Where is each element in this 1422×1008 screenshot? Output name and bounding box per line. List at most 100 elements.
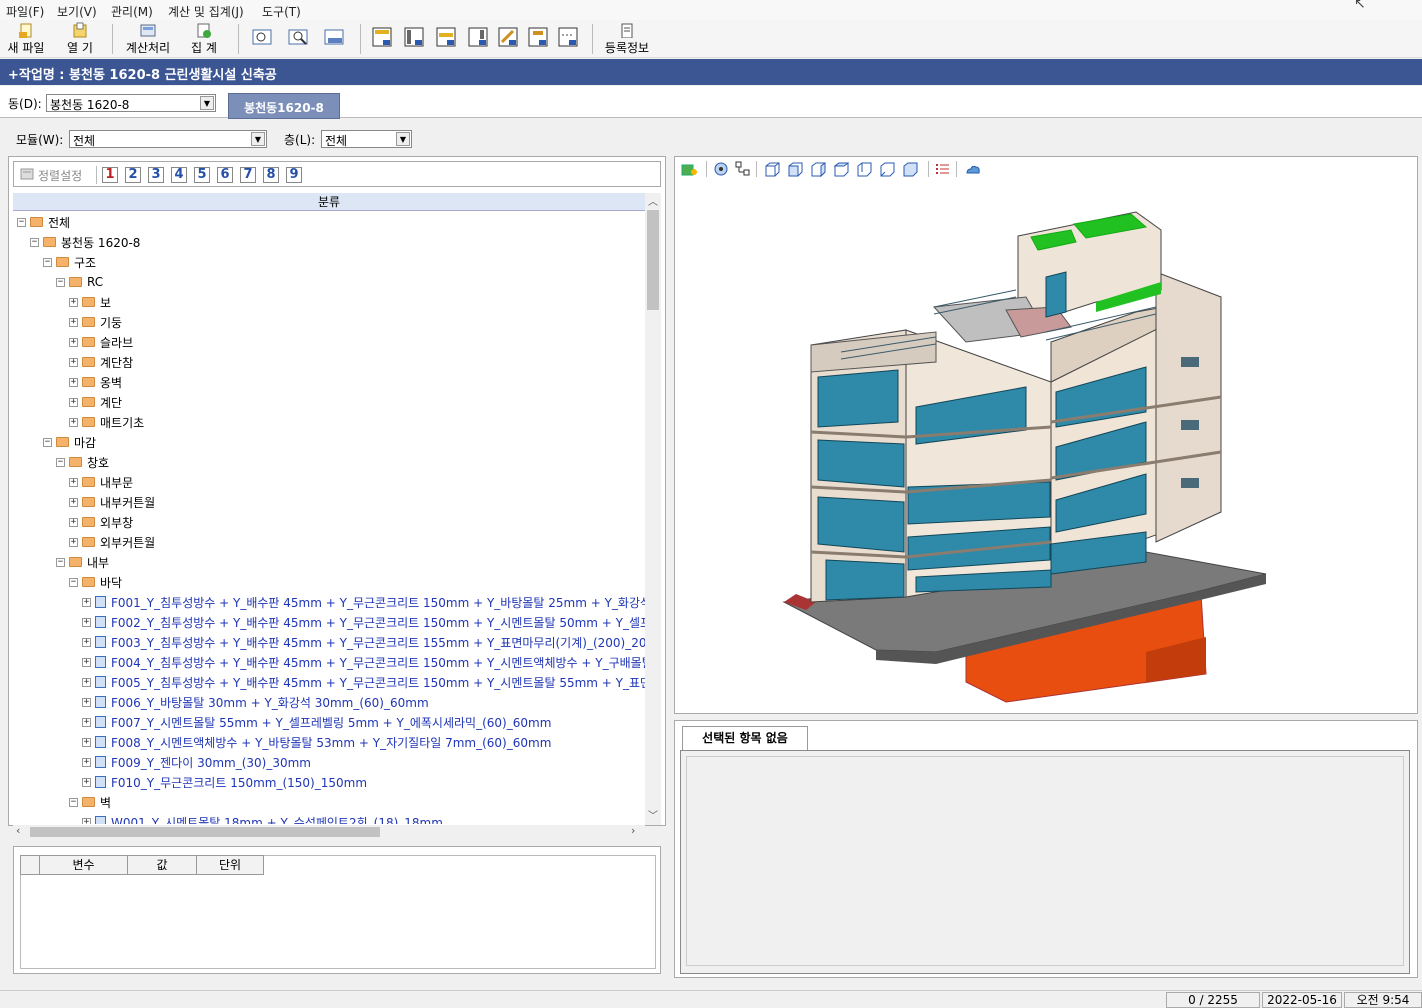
tree-folder[interactable]: + 내부커튼월 — [69, 492, 155, 512]
collapse-icon[interactable]: − — [56, 557, 65, 567]
tree-folder[interactable]: + 내부문 — [69, 472, 133, 492]
tree-item[interactable]: + F002_Y_침투성방수 + Y_배수판 45mm + Y_무근콘크리트 15… — [82, 612, 645, 632]
column-window-icon[interactable] — [402, 25, 428, 51]
scroll-up-icon[interactable]: ︿ — [648, 193, 658, 208]
expand-icon[interactable]: + — [82, 817, 91, 824]
tree-folder[interactable]: − 내부 — [56, 552, 109, 572]
tree-folder[interactable]: + 슬라브 — [69, 332, 133, 352]
expand-icon[interactable]: + — [69, 477, 78, 487]
expand-icon[interactable]: + — [69, 537, 78, 547]
scroll-right-icon[interactable]: › — [631, 824, 635, 837]
menu-manage[interactable]: 관리(M) — [111, 3, 153, 20]
view-cube-iso-icon[interactable] — [764, 161, 781, 178]
sort-settings-button[interactable]: 정렬설정 — [38, 167, 82, 184]
expand-icon[interactable]: + — [69, 317, 78, 327]
collapse-icon[interactable]: − — [69, 797, 78, 807]
expand-icon[interactable]: + — [69, 397, 78, 407]
expand-icon[interactable]: + — [69, 417, 78, 427]
tree-folder[interactable]: + 기둥 — [69, 312, 122, 332]
menu-calc[interactable]: 계산 및 집계(J) — [168, 3, 244, 20]
expand-icon[interactable]: + — [82, 737, 91, 747]
view-cube-left-icon[interactable] — [810, 161, 827, 178]
expand-icon[interactable]: + — [82, 617, 91, 627]
expand-icon[interactable]: + — [69, 517, 78, 527]
scroll-down-icon[interactable]: ﹀ — [648, 807, 658, 822]
model-select[interactable]: 전체 ▼ — [69, 130, 267, 148]
tree-item[interactable]: + F006_Y_바탕몰탈 30mm + Y_화강석 30mm_(60)_60mm — [82, 692, 429, 712]
menu-view[interactable]: 보기(V) — [57, 3, 97, 20]
tree-folder[interactable]: + 계단 — [69, 392, 122, 412]
tree-folder[interactable]: − 구조 — [43, 252, 96, 272]
tree-folder[interactable]: + 외부커튼월 — [69, 532, 155, 552]
tree-item[interactable]: + F003_Y_침투성방수 + Y_배수판 45mm + Y_무근콘크리트 15… — [82, 632, 645, 652]
cloud-icon[interactable] — [964, 161, 982, 178]
expand-icon[interactable]: + — [82, 757, 91, 767]
expand-icon[interactable]: + — [82, 697, 91, 707]
view-home-icon[interactable] — [680, 160, 698, 178]
tree-item[interactable]: + F001_Y_침투성방수 + Y_배수판 45mm + Y_무근콘크리트 15… — [82, 592, 645, 612]
selection-tab[interactable]: 선택된 항목 없음 — [682, 726, 808, 750]
expand-icon[interactable]: + — [69, 497, 78, 507]
tree-folder[interactable]: − 벽 — [69, 792, 111, 812]
split-window-icon[interactable] — [466, 25, 492, 51]
expand-icon[interactable]: + — [82, 597, 91, 607]
menu-tools[interactable]: 도구(T) — [262, 3, 301, 20]
collapse-icon[interactable]: − — [56, 277, 65, 287]
tree-folder[interactable]: − 봉천동 1620-8 — [30, 232, 140, 252]
sort-level-5[interactable]: 5 — [194, 167, 210, 183]
tree-item[interactable]: + F008_Y_시멘트액체방수 + Y_바탕몰탈 53mm + Y_자기질타일 … — [82, 732, 551, 752]
tree-folder[interactable]: − 바닥 — [69, 572, 122, 592]
calc-button[interactable]: 계산처리 — [122, 22, 174, 56]
collapse-icon[interactable]: − — [43, 437, 52, 447]
sort-level-1[interactable]: 1 — [102, 167, 118, 183]
sort-level-3[interactable]: 3 — [148, 167, 164, 183]
variables-col-name[interactable]: 변수 — [39, 855, 128, 875]
expand-icon[interactable]: + — [82, 677, 91, 687]
view-cube-right-icon[interactable] — [833, 161, 850, 178]
view-cube-bottom-icon[interactable] — [902, 161, 919, 178]
tree-item[interactable]: + F009_Y_젠다이 30mm_(30)_30mm — [82, 752, 311, 772]
view-cube-front-icon[interactable] — [787, 161, 804, 178]
tree-folder[interactable]: − RC — [56, 272, 103, 292]
orbit-icon[interactable] — [712, 160, 730, 178]
zoom-icon[interactable] — [286, 25, 312, 51]
menu-file[interactable]: 파일(F) — [6, 3, 44, 20]
collapse-icon[interactable]: − — [69, 577, 78, 587]
tree-folder[interactable]: − 창호 — [56, 452, 109, 472]
tree-header[interactable]: 분류 — [13, 193, 645, 211]
tree-folder[interactable]: + 보 — [69, 292, 111, 312]
tree-folder[interactable]: + 옹벽 — [69, 372, 122, 392]
expand-icon[interactable]: + — [82, 637, 91, 647]
expand-icon[interactable]: + — [69, 337, 78, 347]
tree-item[interactable]: + F004_Y_침투성방수 + Y_배수판 45mm + Y_무근콘크리트 15… — [82, 652, 645, 672]
edit-window-icon[interactable] — [496, 25, 522, 51]
dong-select[interactable]: 봉천동 1620-8 ▼ — [46, 94, 216, 112]
collapse-icon[interactable]: − — [30, 237, 39, 247]
expand-icon[interactable]: + — [82, 777, 91, 787]
expand-icon[interactable]: + — [69, 357, 78, 367]
tree-item[interactable]: + F007_Y_시멘트몰탈 55mm + Y_셀프레벨링 5mm + Y_에폭시… — [82, 712, 551, 732]
hierarchy-icon[interactable] — [734, 160, 752, 178]
tree-item[interactable]: + W001_Y_시멘트몰탈 18mm + Y_수성페인트2회_(18)_18mm — [82, 812, 443, 824]
floor-select[interactable]: 전체 ▼ — [321, 130, 412, 148]
sort-level-7[interactable]: 7 — [240, 167, 256, 183]
sort-level-9[interactable]: 9 — [286, 167, 302, 183]
tree-folder[interactable]: − 전체 — [17, 212, 70, 232]
expand-icon[interactable]: + — [69, 377, 78, 387]
print-preview-icon[interactable] — [322, 25, 348, 51]
list-icon[interactable] — [934, 161, 951, 178]
tree-item[interactable]: + F010_Y_무근콘크리트 150mm_(150)_150mm — [82, 772, 367, 792]
preview-icon[interactable] — [250, 25, 276, 51]
variables-col-value[interactable]: 값 — [127, 855, 197, 875]
dong-tab[interactable]: 봉천동1620-8 — [228, 93, 340, 119]
building-3d-model[interactable] — [676, 182, 1416, 710]
view-cube-back-icon[interactable] — [856, 161, 873, 178]
new-file-button[interactable]: 새 파일 — [4, 22, 48, 56]
collapse-icon[interactable]: − — [43, 257, 52, 267]
sort-level-4[interactable]: 4 — [171, 167, 187, 183]
tree-folder[interactable]: + 매트기초 — [69, 412, 144, 432]
grid-window-icon[interactable] — [370, 25, 396, 51]
sort-level-2[interactable]: 2 — [125, 167, 141, 183]
scroll-left-icon[interactable]: ‹ — [16, 824, 20, 837]
list-window-icon[interactable] — [556, 25, 582, 51]
